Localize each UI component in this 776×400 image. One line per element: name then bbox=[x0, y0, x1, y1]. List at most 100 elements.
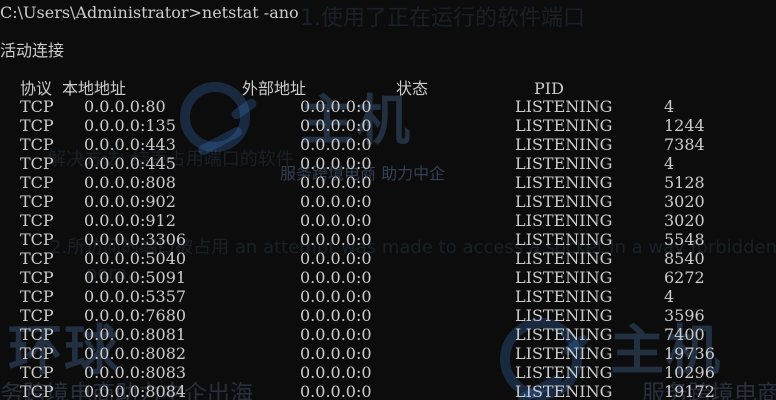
cell-pid: 3020 bbox=[664, 211, 705, 230]
cell-pid: 19736 bbox=[664, 344, 715, 363]
cell-state: LISTENING bbox=[515, 230, 613, 249]
cell-pid: 4 bbox=[664, 97, 675, 116]
cell-foreign-address: 0.0.0.0:0 bbox=[300, 306, 372, 325]
cell-local-address: 0.0.0.0:808 bbox=[84, 173, 176, 192]
cell-state: LISTENING bbox=[515, 116, 613, 135]
cell-pid: 7384 bbox=[664, 135, 705, 154]
cell-proto: TCP bbox=[20, 287, 54, 306]
cell-local-address: 0.0.0.0:135 bbox=[84, 116, 176, 135]
cell-state: LISTENING bbox=[515, 173, 613, 192]
table-row: TCP 0.0.0.0:8082 0.0.0.0:0 LISTENING 19736 bbox=[0, 345, 776, 363]
cell-pid: 3020 bbox=[664, 192, 705, 211]
header-local-address: 本地地址 bbox=[62, 79, 127, 98]
cell-foreign-address: 0.0.0.0:0 bbox=[300, 249, 372, 268]
cell-proto: TCP bbox=[20, 116, 54, 135]
cell-proto: TCP bbox=[20, 230, 54, 249]
cell-pid: 5548 bbox=[664, 230, 705, 249]
cell-proto: TCP bbox=[20, 173, 54, 192]
cell-state: LISTENING bbox=[515, 135, 613, 154]
header-pid: PID bbox=[534, 79, 564, 98]
table-row: TCP 0.0.0.0:5091 0.0.0.0:0 LISTENING 6272 bbox=[0, 269, 776, 287]
table-row: TCP 0.0.0.0:8083 0.0.0.0:0 LISTENING 10296 bbox=[0, 364, 776, 382]
cell-proto: TCP bbox=[20, 382, 54, 400]
cell-state: LISTENING bbox=[515, 249, 613, 268]
cell-pid: 4 bbox=[664, 154, 675, 173]
cell-local-address: 0.0.0.0:445 bbox=[84, 154, 176, 173]
cell-local-address: 0.0.0.0:912 bbox=[84, 211, 176, 230]
cell-local-address: 0.0.0.0:8083 bbox=[84, 363, 187, 382]
cell-state: LISTENING bbox=[515, 268, 613, 287]
cell-local-address: 0.0.0.0:443 bbox=[84, 135, 176, 154]
cell-foreign-address: 0.0.0.0:0 bbox=[300, 192, 372, 211]
cell-foreign-address: 0.0.0.0:0 bbox=[300, 173, 372, 192]
cell-pid: 6272 bbox=[664, 268, 705, 287]
cell-state: LISTENING bbox=[515, 154, 613, 173]
terminal-window: 1.使用了正在运行的软件端口 解决方法: 结束占用端口的软件 2.所访问的端口被… bbox=[0, 0, 776, 400]
cell-local-address: 0.0.0.0:5091 bbox=[84, 268, 187, 287]
cell-pid: 1244 bbox=[664, 116, 705, 135]
table-row: TCP 0.0.0.0:135 0.0.0.0:0 LISTENING 1244 bbox=[0, 117, 776, 135]
cell-local-address: 0.0.0.0:8081 bbox=[84, 325, 187, 344]
cell-proto: TCP bbox=[20, 249, 54, 268]
cell-proto: TCP bbox=[20, 211, 54, 230]
cell-foreign-address: 0.0.0.0:0 bbox=[300, 363, 372, 382]
table-row: TCP 0.0.0.0:5040 0.0.0.0:0 LISTENING 8540 bbox=[0, 250, 776, 268]
section-title: 活动连接 bbox=[0, 41, 65, 60]
cell-foreign-address: 0.0.0.0:0 bbox=[300, 287, 372, 306]
cell-proto: TCP bbox=[20, 154, 54, 173]
cell-state: LISTENING bbox=[515, 344, 613, 363]
table-row: TCP 0.0.0.0:912 0.0.0.0:0 LISTENING 3020 bbox=[0, 212, 776, 230]
overlay-text-line-1: 1.使用了正在运行的软件端口 bbox=[300, 6, 585, 31]
cell-foreign-address: 0.0.0.0:0 bbox=[300, 230, 372, 249]
header-foreign-address: 外部地址 bbox=[242, 79, 307, 98]
cell-local-address: 0.0.0.0:902 bbox=[84, 192, 176, 211]
cell-local-address: 0.0.0.0:80 bbox=[84, 97, 166, 116]
header-state: 状态 bbox=[396, 79, 429, 98]
table-header: 协议 本地地址 外部地址 状态 PID bbox=[0, 80, 776, 98]
cell-proto: TCP bbox=[20, 306, 54, 325]
cell-proto: TCP bbox=[20, 325, 54, 344]
cell-pid: 4 bbox=[664, 287, 675, 306]
cell-local-address: 0.0.0.0:8084 bbox=[84, 382, 187, 400]
table-row: TCP 0.0.0.0:8081 0.0.0.0:0 LISTENING 7400 bbox=[0, 326, 776, 344]
cell-state: LISTENING bbox=[515, 97, 613, 116]
table-row: TCP 0.0.0.0:445 0.0.0.0:0 LISTENING 4 bbox=[0, 155, 776, 173]
cell-pid: 19172 bbox=[664, 382, 715, 400]
cell-state: LISTENING bbox=[515, 211, 613, 230]
table-row: TCP 0.0.0.0:80 0.0.0.0:0 LISTENING 4 bbox=[0, 98, 776, 116]
cell-local-address: 0.0.0.0:3306 bbox=[84, 230, 187, 249]
cell-state: LISTENING bbox=[515, 382, 613, 400]
cell-foreign-address: 0.0.0.0:0 bbox=[300, 268, 372, 287]
command-line: C:\Users\Administrator>netstat -ano bbox=[0, 3, 299, 22]
cell-proto: TCP bbox=[20, 344, 54, 363]
table-row: TCP 0.0.0.0:443 0.0.0.0:0 LISTENING 7384 bbox=[0, 136, 776, 154]
cell-pid: 3596 bbox=[664, 306, 705, 325]
cell-local-address: 0.0.0.0:5040 bbox=[84, 249, 187, 268]
cell-local-address: 0.0.0.0:5357 bbox=[84, 287, 187, 306]
cell-pid: 10296 bbox=[664, 363, 715, 382]
cell-foreign-address: 0.0.0.0:0 bbox=[300, 116, 372, 135]
cell-state: LISTENING bbox=[515, 325, 613, 344]
table-row: TCP 0.0.0.0:808 0.0.0.0:0 LISTENING 5128 bbox=[0, 174, 776, 192]
cell-state: LISTENING bbox=[515, 192, 613, 211]
cell-foreign-address: 0.0.0.0:0 bbox=[300, 154, 372, 173]
table-row: TCP 0.0.0.0:7680 0.0.0.0:0 LISTENING 3596 bbox=[0, 307, 776, 325]
cell-foreign-address: 0.0.0.0:0 bbox=[300, 135, 372, 154]
header-proto: 协议 bbox=[20, 79, 53, 98]
table-row: TCP 0.0.0.0:902 0.0.0.0:0 LISTENING 3020 bbox=[0, 193, 776, 211]
cell-foreign-address: 0.0.0.0:0 bbox=[300, 97, 372, 116]
cell-proto: TCP bbox=[20, 135, 54, 154]
cell-local-address: 0.0.0.0:7680 bbox=[84, 306, 187, 325]
cell-foreign-address: 0.0.0.0:0 bbox=[300, 382, 372, 400]
cell-proto: TCP bbox=[20, 192, 54, 211]
cell-foreign-address: 0.0.0.0:0 bbox=[300, 325, 372, 344]
cell-proto: TCP bbox=[20, 268, 54, 287]
cell-proto: TCP bbox=[20, 97, 54, 116]
cell-foreign-address: 0.0.0.0:0 bbox=[300, 211, 372, 230]
cell-pid: 5128 bbox=[664, 173, 705, 192]
cell-pid: 8540 bbox=[664, 249, 705, 268]
cell-state: LISTENING bbox=[515, 287, 613, 306]
cell-pid: 7400 bbox=[664, 325, 705, 344]
table-row: TCP 0.0.0.0:8084 0.0.0.0:0 LISTENING 19172 bbox=[0, 383, 776, 400]
table-row: TCP 0.0.0.0:3306 0.0.0.0:0 LISTENING 5548 bbox=[0, 231, 776, 249]
